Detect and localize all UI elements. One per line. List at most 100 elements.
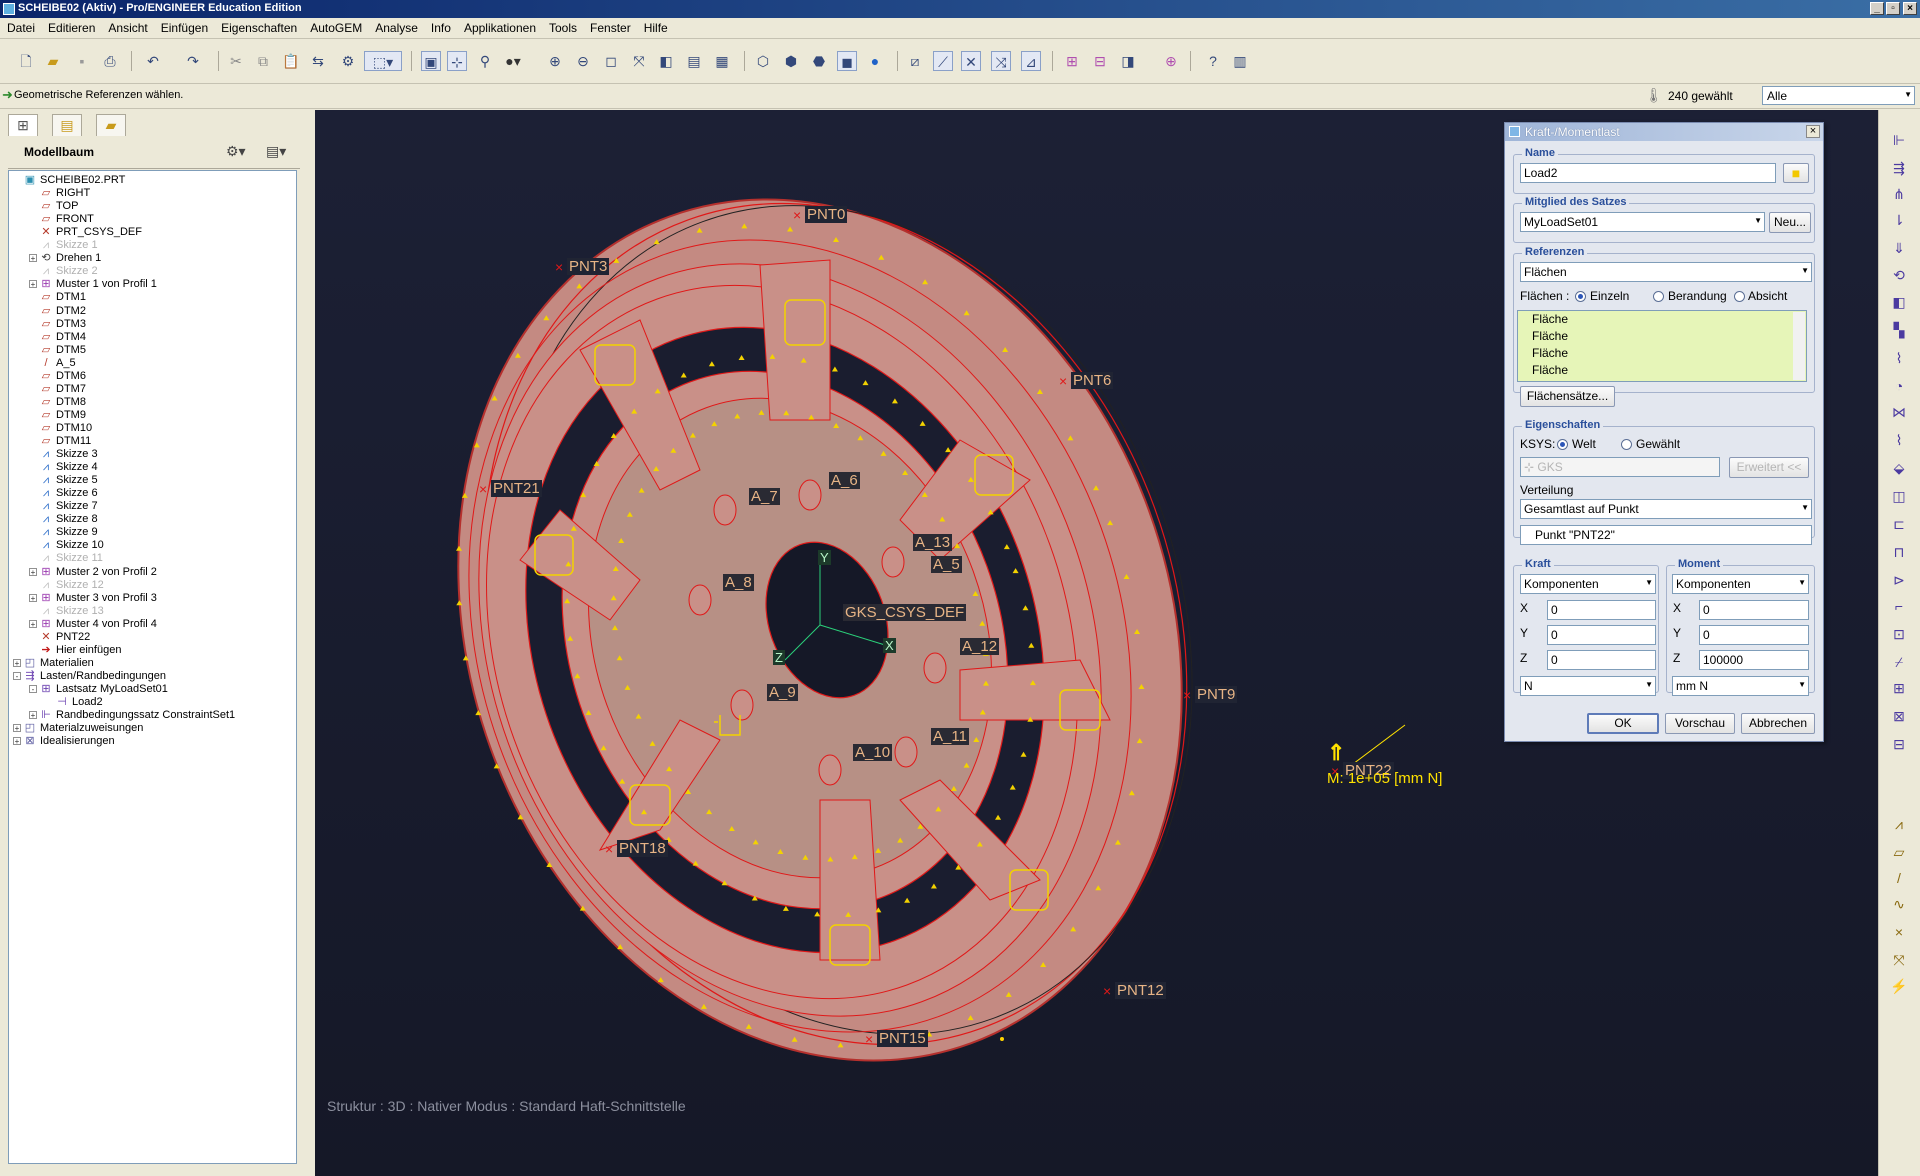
list-item[interactable]: Fläche [1532,363,1568,377]
datum-point-tool-icon[interactable]: × [1889,922,1909,942]
menu-ansicht[interactable]: Ansicht [101,18,153,35]
list-item[interactable]: Fläche [1532,329,1568,343]
menu-eigenschaften[interactable]: Eigenschaften [214,18,303,35]
radio-boundary[interactable] [1653,291,1664,302]
cut-icon[interactable]: ✂ [226,51,246,71]
menu-analyse[interactable]: Analyse [368,18,424,35]
load-name-input[interactable]: Load2 [1520,163,1776,183]
shell-icon[interactable]: ◫ [1889,486,1909,506]
new-file-icon[interactable]: 🗋 [16,51,36,71]
force-y-input[interactable]: 0 [1547,625,1656,645]
model-tree-filter-icon[interactable]: ⊟ [1090,51,1110,71]
csys-tool-icon[interactable]: ⤧ [1889,950,1909,970]
view-manager-icon[interactable]: ▦ [712,51,732,71]
tree-columns-icon[interactable]: ▤▾ [266,143,286,160]
moment-mode-select[interactable]: Komponenten ▼ [1672,574,1809,594]
copy-icon[interactable]: ⧉ [253,51,273,71]
undo-icon[interactable]: ↶ [143,51,163,71]
menu-datei[interactable]: Datei [0,18,41,35]
force-mode-select[interactable]: Komponenten ▼ [1520,574,1656,594]
expand-icon[interactable]: + [13,737,21,746]
rigid-link-icon[interactable]: ⊓ [1889,542,1909,562]
expand-icon[interactable]: + [13,658,21,667]
expand-icon[interactable]: + [29,254,37,263]
new-load-set-button[interactable]: Neu... [1769,212,1811,233]
enhanced-realism-icon[interactable]: ● [865,51,885,71]
selection-box-icon[interactable]: ⬚▾ [364,51,402,71]
sketch-tool-icon[interactable]: ⩘ [1889,814,1909,834]
refit-icon[interactable]: ◻ [601,51,621,71]
bearing-load-icon[interactable]: ⇂ [1889,210,1909,230]
cancel-button[interactable]: Abbrechen [1741,713,1815,734]
appearance-icon[interactable]: ●▾ [503,51,523,71]
datum-plane-tool-icon[interactable]: ▱ [1889,842,1909,862]
open-folder-icon[interactable]: ▰ [43,51,63,71]
maximize-button[interactable]: ▫ [1886,2,1900,15]
simulation-display-icon[interactable]: ⊞ [1062,51,1082,71]
structure-icon[interactable]: ⊕ [1161,51,1181,71]
tab-folder-browser[interactable]: ▤ [52,114,82,136]
radio-single[interactable] [1575,291,1586,302]
force-x-input[interactable]: 0 [1547,600,1656,620]
orient-mode-icon[interactable]: ⚲ [475,51,495,71]
preview-button[interactable]: Vorschau [1665,713,1735,734]
close-icon[interactable]: × [1806,125,1820,138]
list-item[interactable]: Fläche [1532,346,1568,360]
datum-axis-tool-icon[interactable]: / [1889,868,1909,888]
context-help-icon[interactable]: ? [1203,51,1223,71]
csys-display-icon[interactable]: ⤨ [991,51,1011,71]
hidden-line-icon[interactable]: ⬢ [781,51,801,71]
expand-icon[interactable]: + [29,280,37,289]
spin-center-icon[interactable]: ⊹ [447,51,467,71]
saved-views-icon[interactable]: ◧ [656,51,676,71]
zoom-in-icon[interactable]: ⊕ [545,51,565,71]
moment-x-input[interactable]: 0 [1699,600,1809,620]
menu-autogem[interactable]: AutoGEM [303,18,368,35]
color-picker-button[interactable]: ■ [1783,163,1809,183]
regions-icon[interactable]: ⊠ [1889,706,1909,726]
print-icon[interactable]: ⎙ [100,51,120,71]
tree-settings-icon[interactable]: ⚙▾ [226,143,246,160]
spring-icon[interactable]: ⌇ [1889,430,1909,450]
tab-favorites[interactable]: ▰ [96,114,126,136]
force-z-input[interactable]: 0 [1547,650,1656,670]
planar-constraint-icon[interactable]: ▚ [1889,320,1909,340]
regenerate-icon[interactable]: ⚙ [338,51,358,71]
moment-z-input[interactable]: 100000 [1699,650,1809,670]
expand-icon[interactable]: + [29,567,37,576]
radio-world[interactable] [1557,439,1568,450]
no-hidden-icon[interactable]: ⬣ [809,51,829,71]
wireframe-icon[interactable]: ⬡ [753,51,773,71]
dialog-title-bar[interactable]: Kraft-/Momentlast × [1505,123,1823,141]
paste-icon[interactable]: 📋 [281,51,301,71]
menu-fenster[interactable]: Fenster [583,18,637,35]
surface-sets-button[interactable]: Flächensätze... [1520,386,1615,407]
symmetry-icon[interactable]: ⋈ [1889,402,1909,422]
collapse-icon[interactable]: - [13,671,21,680]
csys-input[interactable]: ⊹ GKS [1520,457,1720,477]
datum-curve-tool-icon[interactable]: ∿ [1889,894,1909,914]
paste-special-icon[interactable]: ⇆ [308,51,328,71]
gravity-load-icon[interactable]: ⇓ [1889,238,1909,258]
point-reference-field[interactable]: Punkt "PNT22" [1520,525,1812,545]
weld-icon[interactable]: ⊡ [1889,624,1909,644]
menu-info[interactable]: Info [424,18,457,35]
measure-icon[interactable]: ⌿ [1889,652,1909,672]
displacement-icon[interactable]: ◧ [1889,292,1909,312]
close-window-button[interactable]: × [1903,2,1917,15]
layers-icon[interactable]: ▤ [684,51,704,71]
help-center-icon[interactable]: ▥ [1230,51,1250,71]
menu-editieren[interactable]: Editieren [41,18,101,35]
save-icon[interactable]: ▪ [72,51,92,71]
moment-y-input[interactable]: 0 [1699,625,1809,645]
list-item[interactable]: Fläche [1532,312,1568,326]
annotations-icon[interactable]: ⊿ [1021,51,1041,71]
ok-button[interactable]: OK [1587,713,1659,734]
distribution-select[interactable]: Gesamtlast auf Punkt ▼ [1520,499,1812,519]
redo-icon[interactable]: ↷ [183,51,203,71]
weighted-link-icon[interactable]: ⊳ [1889,570,1909,590]
expand-icon[interactable]: + [29,593,37,602]
collapse-icon[interactable]: - [29,684,37,693]
analysis-tool-icon[interactable]: ⚡ [1889,976,1909,996]
ball-constraint-icon[interactable]: ◔ [1889,376,1909,396]
